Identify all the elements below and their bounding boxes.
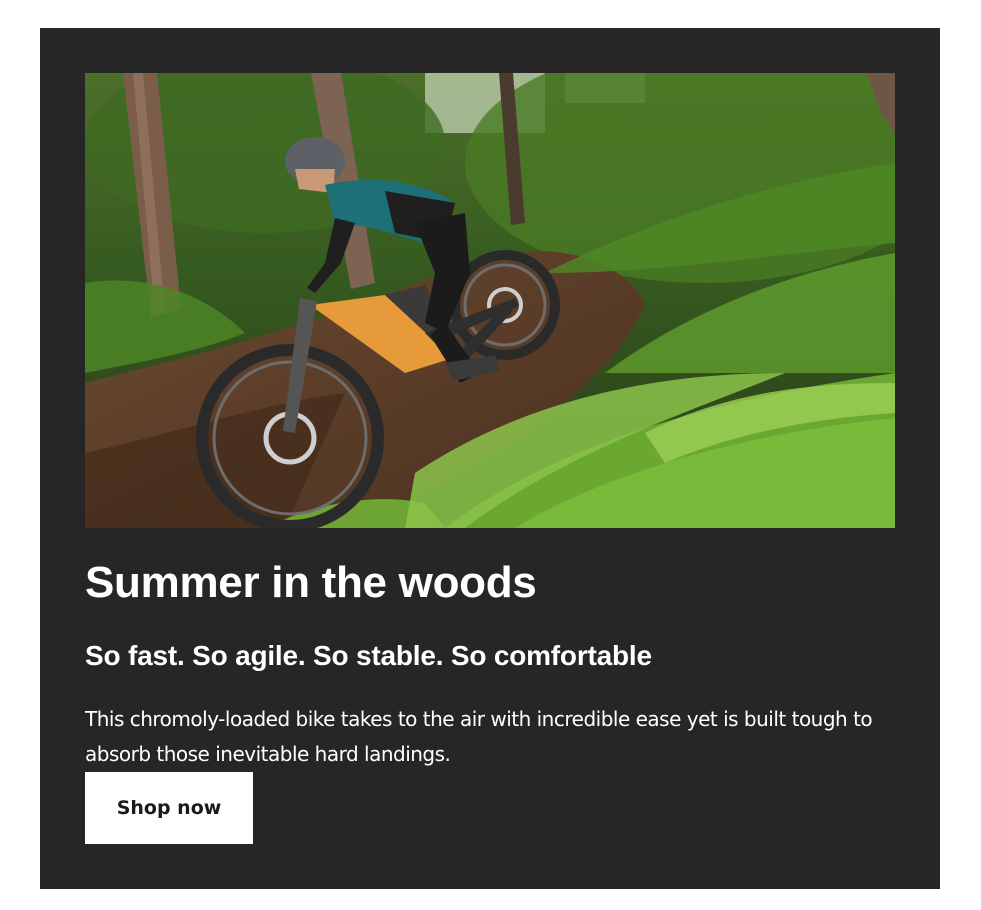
promo-title: Summer in the woods: [85, 558, 537, 607]
promo-card: Summer in the woods So fast. So agile. S…: [40, 28, 940, 889]
shop-now-button[interactable]: Shop now: [85, 772, 253, 844]
promo-description: This chromoly-loaded bike takes to the a…: [85, 707, 873, 766]
promo-subtitle: So fast. So agile. So stable. So comfort…: [85, 640, 652, 671]
hero-image: [85, 73, 895, 528]
